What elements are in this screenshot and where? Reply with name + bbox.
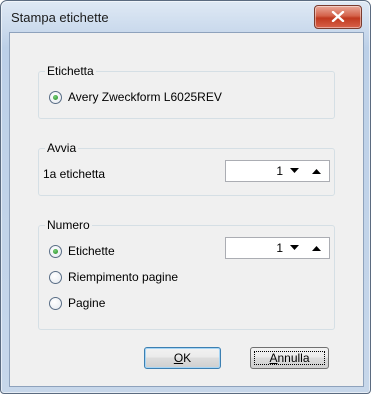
focus-rectangle bbox=[254, 351, 325, 365]
first-label-spinner[interactable]: 1 bbox=[225, 160, 330, 182]
number-spinner[interactable]: 1 bbox=[225, 237, 330, 259]
radio-button[interactable] bbox=[49, 90, 62, 104]
spinner-down-button[interactable] bbox=[286, 164, 302, 178]
avvia-group: Avvia 1a etichetta 1 bbox=[38, 141, 335, 196]
label-type-option[interactable]: Avery Zweckform L6025REV bbox=[49, 89, 222, 105]
close-icon bbox=[331, 11, 345, 22]
up-triangle-icon bbox=[311, 169, 321, 174]
option-pagine[interactable]: Pagine bbox=[49, 295, 105, 311]
numero-group: Numero Etichette Riempimento pagine Pagi… bbox=[38, 218, 335, 330]
down-triangle-icon bbox=[289, 245, 299, 250]
etichetta-group-label: Etichetta bbox=[45, 64, 96, 79]
up-triangle-icon bbox=[311, 246, 321, 251]
number-value: 1 bbox=[276, 241, 283, 255]
option-etichette[interactable]: Etichette bbox=[49, 243, 115, 259]
first-label-value: 1 bbox=[276, 164, 283, 178]
spinner-up-button[interactable] bbox=[308, 164, 324, 178]
avvia-group-label: Avvia bbox=[45, 141, 79, 156]
first-label-field-label: 1a etichetta bbox=[43, 167, 106, 181]
spinner-up-button[interactable] bbox=[308, 241, 324, 255]
etichetta-group: Etichetta Avery Zweckform L6025REV bbox=[38, 64, 335, 119]
ok-button[interactable]: OK bbox=[144, 347, 221, 369]
window-title: Stampa etichette bbox=[11, 10, 109, 25]
spinner-down-button[interactable] bbox=[286, 241, 302, 255]
radio-button[interactable] bbox=[49, 270, 62, 284]
numero-group-label: Numero bbox=[45, 218, 92, 233]
radio-button[interactable] bbox=[49, 296, 62, 310]
option-pagine-label: Pagine bbox=[68, 296, 106, 310]
close-button[interactable] bbox=[314, 5, 362, 29]
option-etichette-label: Etichette bbox=[68, 244, 115, 258]
dialog-window: Stampa etichette Etichetta Avery Zweckfo… bbox=[0, 0, 371, 394]
dialog-client-area: Etichetta Avery Zweckform L6025REV Avvia… bbox=[9, 32, 364, 387]
option-riempimento-pagine[interactable]: Riempimento pagine bbox=[49, 269, 178, 285]
radio-button[interactable] bbox=[49, 244, 62, 258]
down-triangle-icon bbox=[289, 168, 299, 173]
ok-button-label: OK bbox=[173, 351, 192, 365]
option-riempimento-pagine-label: Riempimento pagine bbox=[68, 270, 179, 284]
cancel-button[interactable]: Annulla bbox=[250, 347, 329, 369]
label-type-option-label: Avery Zweckform L6025REV bbox=[68, 90, 222, 104]
